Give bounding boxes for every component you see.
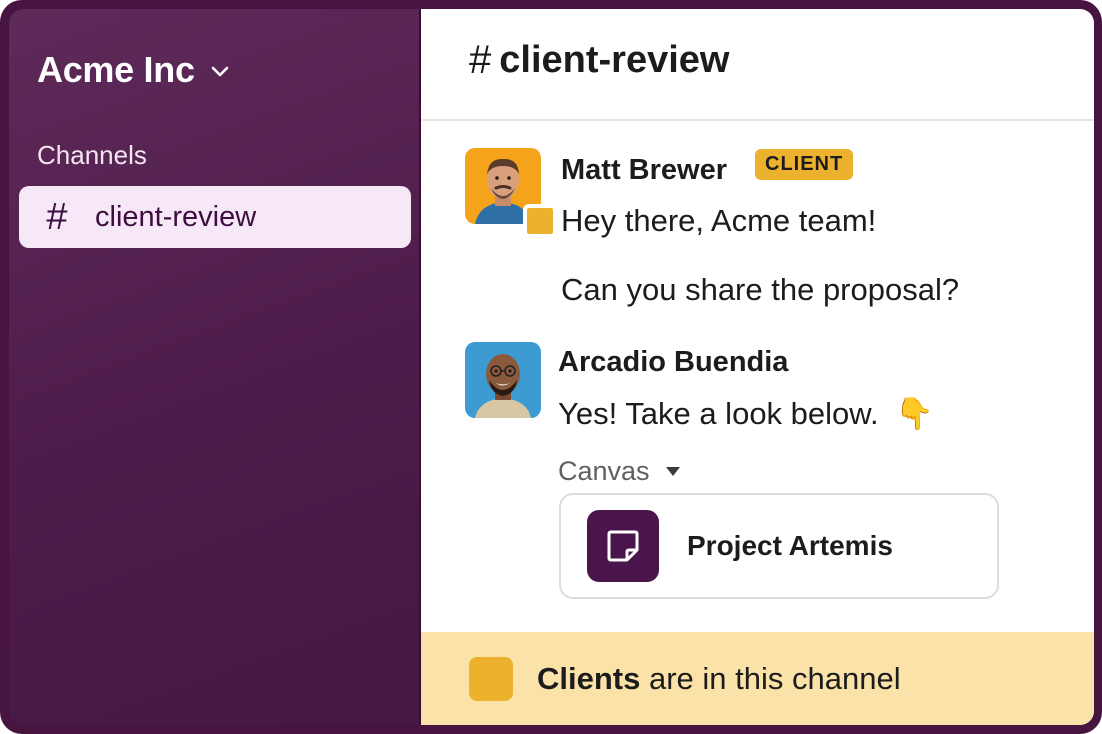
banner-text-bold: Clients xyxy=(537,660,641,696)
canvas-title: Project Artemis xyxy=(687,530,893,561)
sidebar-item-client-review[interactable]: # client-review xyxy=(19,186,411,248)
message-text-content: Yes! Take a look below. xyxy=(558,396,879,431)
sidebar: Acme Inc Channels # client-review xyxy=(9,9,419,725)
channels-section-label: Channels xyxy=(37,140,147,170)
banner-text-rest: are in this channel xyxy=(640,660,901,696)
message-text: Yes! Take a look below. 👇 xyxy=(558,395,934,432)
app-window: Acme Inc Channels # client-review # clie… xyxy=(9,9,1094,725)
canvas-attachment[interactable]: Project Artemis xyxy=(559,493,999,599)
hash-icon: # xyxy=(46,196,68,238)
channel-view: # client-review Matt Brewer CLIENT Hey t… xyxy=(421,9,1094,725)
channel-title-text: client-review xyxy=(499,38,730,81)
app-frame: Acme Inc Channels # client-review # clie… xyxy=(0,0,1102,734)
sidebar-item-label: client-review xyxy=(95,200,257,233)
hash-icon: # xyxy=(469,37,492,82)
workspace-switcher[interactable]: Acme Inc xyxy=(37,49,231,91)
canvas-toggle-label: Canvas xyxy=(558,456,650,486)
chevron-down-icon xyxy=(209,60,231,82)
banner-text: Clients are in this channel xyxy=(537,661,901,697)
workspace-name: Acme Inc xyxy=(37,49,195,90)
canvas-icon xyxy=(587,510,659,582)
channel-title[interactable]: # client-review xyxy=(469,38,729,83)
message-author[interactable]: Arcadio Buendia xyxy=(558,346,788,379)
message-text: Hey there, Acme team! xyxy=(561,203,877,238)
external-users-banner: Clients are in this channel xyxy=(421,632,1094,725)
caret-down-icon xyxy=(665,467,680,476)
avatar[interactable] xyxy=(465,342,541,418)
message-text: Can you share the proposal? xyxy=(561,272,960,307)
canvas-toggle[interactable]: Canvas xyxy=(558,456,680,487)
client-status-icon xyxy=(523,204,557,238)
pointing-down-emoji: 👇 xyxy=(895,396,934,431)
channel-header: # client-review xyxy=(421,9,1094,121)
client-badge: CLIENT xyxy=(755,149,854,180)
client-indicator-icon xyxy=(469,656,513,701)
message-author[interactable]: Matt Brewer xyxy=(561,154,727,187)
